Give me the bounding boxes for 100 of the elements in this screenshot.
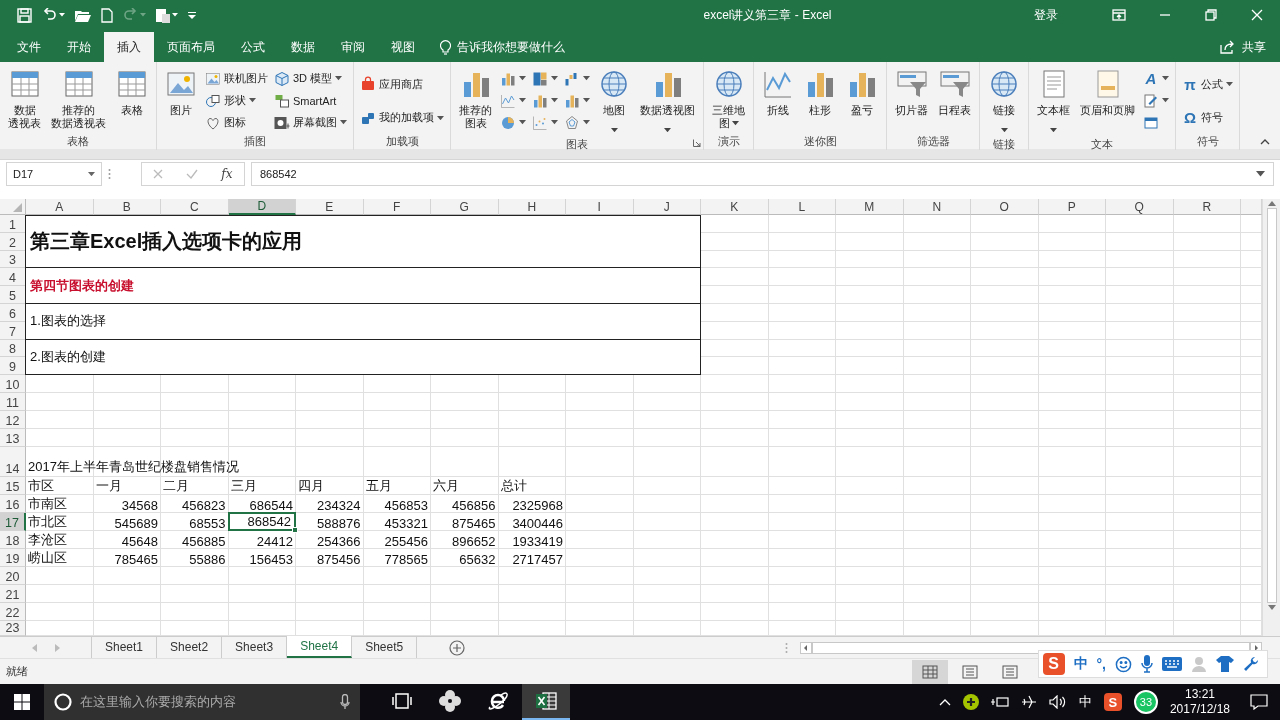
column-header[interactable]: L — [768, 199, 836, 215]
ribbon-button[interactable]: Ω 符号 — [1180, 107, 1235, 129]
clock[interactable]: 13:21 2017/12/18 — [1169, 687, 1230, 717]
insert-function-button[interactable]: fx — [221, 167, 233, 181]
ribbon-button[interactable]: 三维地 图 — [708, 66, 749, 134]
column-header[interactable]: R — [1173, 199, 1241, 215]
table-cell[interactable]: 3400446 — [498, 513, 566, 532]
table-cell[interactable]: 875456 — [296, 549, 364, 568]
scroll-down-icon[interactable] — [1267, 605, 1276, 610]
table-cell[interactable]: 2717457 — [498, 549, 566, 568]
table-cell[interactable]: 456853 — [363, 495, 431, 514]
ribbon-button[interactable]: 盈亏 — [842, 66, 882, 134]
table-cell[interactable]: 588876 — [296, 513, 364, 532]
ribbon-button[interactable]: 表格 — [112, 66, 152, 134]
scrollbar-thumb[interactable] — [812, 641, 1250, 654]
ribbon-button[interactable]: 形状 — [203, 90, 270, 111]
ribbon-button[interactable]: 链接 — [984, 66, 1024, 137]
table-cell[interactable]: 市北区 — [26, 513, 94, 532]
table-cell[interactable]: 68553 — [161, 513, 229, 532]
column-header[interactable]: B — [93, 199, 161, 215]
ribbon-button[interactable]: 3D 模型 — [272, 68, 349, 89]
row-header[interactable]: 9 — [0, 357, 26, 376]
table-cell[interactable]: 2325968 — [498, 495, 566, 514]
battery-icon[interactable] — [990, 696, 1009, 708]
column-header[interactable]: M — [836, 199, 904, 215]
ribbon-button[interactable]: 数据 透视表 — [4, 66, 45, 134]
table-cell[interactable]: 24412 — [228, 531, 296, 550]
column-header[interactable]: F — [363, 199, 431, 215]
row-header[interactable]: 20 — [0, 567, 26, 586]
input-mode-button[interactable]: 中 — [1073, 655, 1088, 673]
ime-logo[interactable]: S — [1042, 653, 1065, 675]
ribbon-button[interactable]: 地图 — [594, 66, 634, 137]
menu-tab[interactable]: 页面布局 — [154, 32, 228, 62]
column-header[interactable]: P — [1038, 199, 1106, 215]
row-header[interactable]: 11 — [0, 393, 26, 412]
column-header[interactable]: I — [566, 199, 634, 215]
row-header[interactable]: 23 — [0, 621, 26, 636]
ribbon-button[interactable]: A — [1141, 68, 1171, 89]
table-cell[interactable]: 156453 — [228, 549, 296, 568]
column-header[interactable]: D — [228, 199, 296, 215]
row-header[interactable]: 10 — [0, 375, 26, 394]
table-cell[interactable]: 34568 — [93, 495, 161, 514]
chevron-up-icon[interactable] — [938, 698, 951, 706]
column-header[interactable]: Q — [1106, 199, 1174, 215]
table-cell[interactable]: 1933419 — [498, 531, 566, 550]
column-header[interactable]: E — [296, 199, 364, 215]
ribbon-button[interactable]: SmartArt — [272, 90, 349, 111]
column-header[interactable]: K — [701, 199, 769, 215]
taskbar-app[interactable] — [522, 684, 570, 720]
scroll-up-icon[interactable] — [1267, 201, 1276, 206]
table-cell[interactable]: 875465 — [431, 513, 499, 532]
wrench-icon[interactable] — [1243, 656, 1259, 672]
share-button[interactable]: 共享 — [1214, 32, 1272, 62]
column-header[interactable]: A — [26, 199, 94, 215]
column-header[interactable]: C — [161, 199, 229, 215]
keyboard-icon[interactable] — [1162, 657, 1182, 671]
volume-icon[interactable] — [1048, 695, 1067, 709]
notifications-icon[interactable] — [1250, 694, 1268, 710]
menu-tab[interactable]: 公式 — [228, 32, 278, 62]
menu-tab[interactable]: 文件 — [4, 32, 54, 62]
row-header[interactable]: 15 — [0, 477, 26, 496]
ribbon-button[interactable]: 联机图片 — [203, 68, 270, 89]
check-icon[interactable] — [186, 169, 199, 179]
shirt-icon[interactable] — [1216, 656, 1234, 672]
fill-handle[interactable] — [292, 527, 298, 534]
column-header[interactable]: O — [971, 199, 1039, 215]
table-cell[interactable]: 545689 — [93, 513, 161, 532]
ribbon-button[interactable]: 日程表 — [934, 66, 975, 134]
add-sheet-icon[interactable] — [449, 639, 466, 656]
formula-field[interactable]: 868542 — [251, 162, 1274, 186]
ribbon-button[interactable]: 我的加载项 — [358, 107, 446, 129]
row-header[interactable]: 18 — [0, 531, 26, 550]
name-box[interactable]: D17 — [6, 162, 102, 186]
smiley-icon[interactable] — [1115, 655, 1132, 673]
ribbon-button[interactable]: 屏幕截图 — [272, 112, 349, 133]
ime-logo[interactable]: S — [1103, 693, 1122, 711]
microphone-icon[interactable] — [1141, 655, 1153, 673]
column-header[interactable]: H — [498, 199, 566, 215]
table-cell[interactable]: 686544 — [228, 495, 296, 514]
ribbon-button[interactable]: 图片 — [161, 66, 201, 134]
row-header[interactable]: 21 — [0, 585, 26, 604]
table-cell[interactable]: 456823 — [161, 495, 229, 514]
scrollbar-thumb[interactable] — [1266, 208, 1277, 603]
ribbon-button[interactable]: 推荐的 图表 — [455, 66, 496, 137]
table-cell[interactable]: 456885 — [161, 531, 229, 550]
table-cell[interactable]: 456856 — [431, 495, 499, 514]
ribbon-button[interactable]: 切片器 — [891, 66, 932, 134]
menu-tab[interactable]: 插入 — [104, 32, 154, 62]
ribbon-button[interactable]: 数据透视图 — [636, 66, 699, 137]
table-cell[interactable]: 896652 — [431, 531, 499, 550]
ribbon-button[interactable]: 应用商店 — [358, 73, 446, 95]
column-header[interactable]: N — [903, 199, 971, 215]
row-header[interactable]: 17 — [0, 513, 26, 532]
airplane-icon[interactable] — [1020, 694, 1037, 710]
normal-view-button[interactable] — [912, 659, 948, 684]
menu-tab[interactable]: 开始 — [54, 32, 104, 62]
row-header[interactable]: 22 — [0, 603, 26, 622]
table-cell[interactable]: 崂山区 — [26, 549, 94, 568]
ribbon-button[interactable]: 图标 — [203, 112, 270, 133]
table-cell[interactable]: 868542 — [227, 512, 296, 532]
